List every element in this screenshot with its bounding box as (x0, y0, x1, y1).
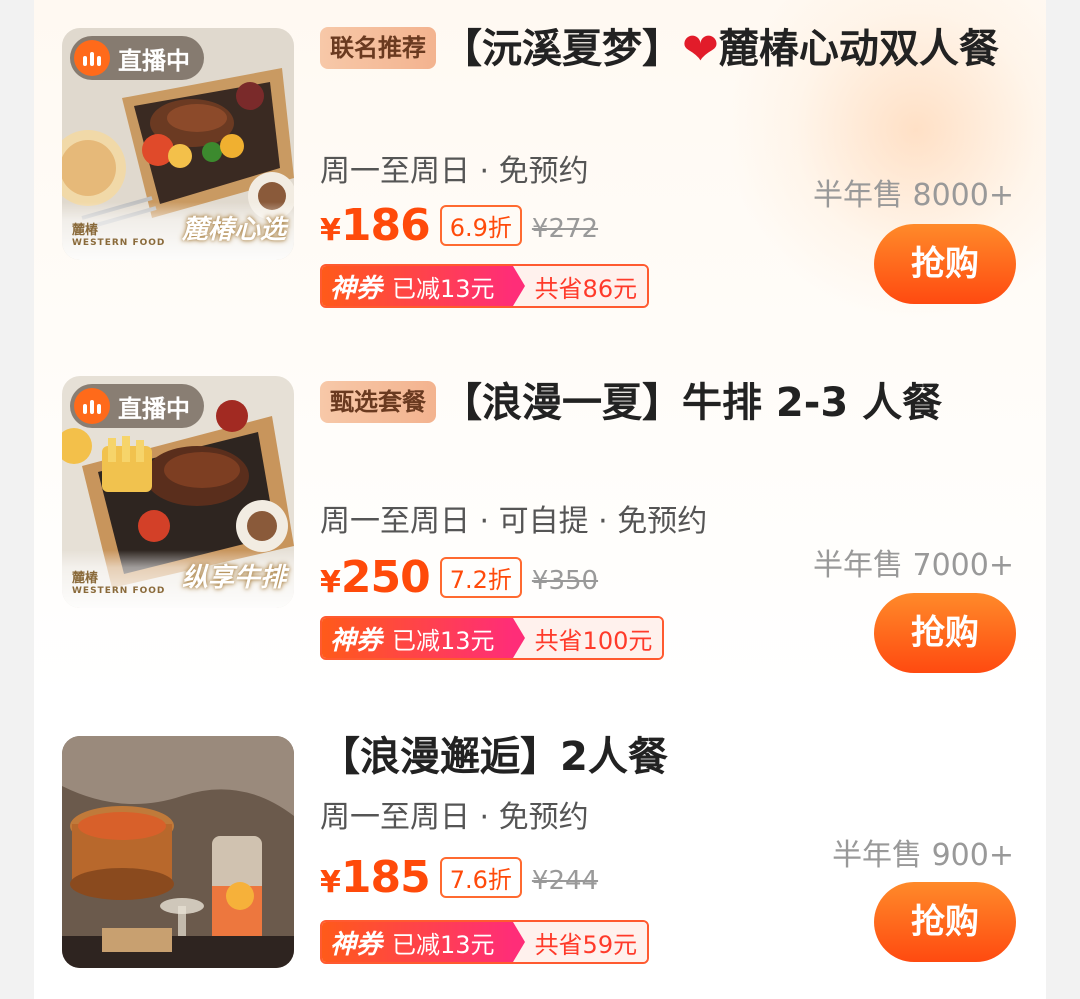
original-price: ¥244 (531, 866, 599, 896)
discount-badge: 7.6折 (439, 857, 522, 898)
coupon-reduce-text: 已减13元 (392, 626, 495, 655)
sales-count: 半年售 7000+ (812, 548, 1014, 583)
coupon-savings: 共省100元 (512, 618, 663, 658)
live-bars-icon (74, 40, 110, 76)
deal-tag: 甄选套餐 (320, 381, 436, 423)
deal-subtitle: 周一至周日 · 免预约 (320, 154, 589, 189)
coupon-strip: 神券 已减13元 共省100元 (320, 616, 665, 660)
coupon-savings: 共省59元 (512, 922, 648, 962)
buy-button[interactable]: 抢购 (874, 882, 1016, 962)
sales-count: 半年售 900+ (832, 838, 1014, 873)
coupon-reduce-text: 已减13元 (392, 274, 495, 303)
currency-symbol: ¥ (320, 865, 341, 900)
deal-title-part: 【浪漫邂逅】2人餐 (320, 734, 668, 780)
price-row: ¥ 250 7.2折 ¥350 (320, 552, 598, 603)
coupon-reduction: 神券 已减13元 (322, 266, 525, 306)
discount-badge: 7.2折 (439, 557, 522, 598)
deal-title-part: 【沅溪夏梦】 (442, 26, 682, 72)
brand-slogan: 麓椿心选 (181, 215, 286, 245)
deal-title[interactable]: 甄选套餐 【浪漫一夏】牛排 2-3 人餐 (320, 374, 1010, 432)
buy-button[interactable]: 抢购 (874, 224, 1016, 304)
coupon-reduce-text: 已减13元 (392, 930, 495, 959)
live-badge: 直播中 (70, 36, 204, 80)
deal-title-part: 麓椿心动双人餐 (718, 26, 999, 72)
brand-overlay: 麓椿 WESTERN FOOD 麓椿心选 (62, 202, 294, 260)
deal-title-part: 【浪漫一夏】牛排 2-3 人餐 (442, 380, 943, 426)
deal-tag: 联名推荐 (320, 27, 436, 69)
live-bars-icon (74, 388, 110, 424)
coupon-strip: 神券 已减13元 共省86元 (320, 264, 650, 308)
brand-logo: 麓椿 WESTERN FOOD (72, 223, 166, 248)
coupon-savings: 共省86元 (512, 266, 648, 306)
price: 185 (340, 852, 431, 903)
price: 250 (340, 552, 431, 603)
discount-badge: 6.9折 (439, 205, 522, 246)
currency-symbol: ¥ (320, 565, 341, 600)
sales-count: 半年售 8000+ (812, 178, 1014, 213)
coupon-strip: 神券 已减13元 共省59元 (320, 920, 650, 964)
original-price: ¥350 (531, 566, 599, 596)
live-badge-label: 直播中 (118, 394, 190, 423)
deal-thumbnail[interactable]: 直播中 麓椿 WESTERN FOOD 麓椿心选 (62, 28, 294, 260)
price-row: ¥ 185 7.6折 ¥244 (320, 852, 598, 903)
deal-thumbnail[interactable] (62, 736, 294, 968)
price-row: ¥ 186 6.9折 ¥272 (320, 200, 598, 251)
brand-slogan: 纵享牛排 (181, 563, 286, 593)
deal-subtitle: 周一至周日 · 免预约 (320, 800, 589, 835)
live-badge-label: 直播中 (118, 46, 190, 75)
heart-icon: ❤ (682, 24, 719, 75)
deal-title[interactable]: 【浪漫邂逅】2人餐 (320, 728, 1010, 786)
deal-title[interactable]: 联名推荐 【沅溪夏梦】❤麓椿心动双人餐 (320, 20, 1010, 79)
deal-subtitle: 周一至周日 · 可自提 · 免预约 (320, 504, 708, 539)
coupon-reduction: 神券 已减13元 (322, 618, 525, 658)
brand-logo: 麓椿 WESTERN FOOD (72, 571, 166, 596)
coupon-reduction: 神券 已减13元 (322, 922, 525, 962)
buy-button[interactable]: 抢购 (874, 593, 1016, 673)
deal-list-card: 直播中 麓椿 WESTERN FOOD 麓椿心选 联名推荐 【沅溪夏梦】❤麓椿心动双… (34, 0, 1046, 999)
deal-thumbnail[interactable]: 直播中 麓椿 WESTERN FOOD 纵享牛排 (62, 376, 294, 608)
brand-overlay: 麓椿 WESTERN FOOD 纵享牛排 (62, 550, 294, 608)
original-price: ¥272 (531, 214, 599, 244)
price: 186 (340, 200, 431, 251)
live-badge: 直播中 (70, 384, 204, 428)
coupon-label: 神券 (330, 929, 383, 960)
food-photo (62, 736, 294, 968)
coupon-label: 神券 (330, 273, 383, 304)
currency-symbol: ¥ (320, 213, 341, 248)
coupon-label: 神券 (330, 625, 383, 656)
